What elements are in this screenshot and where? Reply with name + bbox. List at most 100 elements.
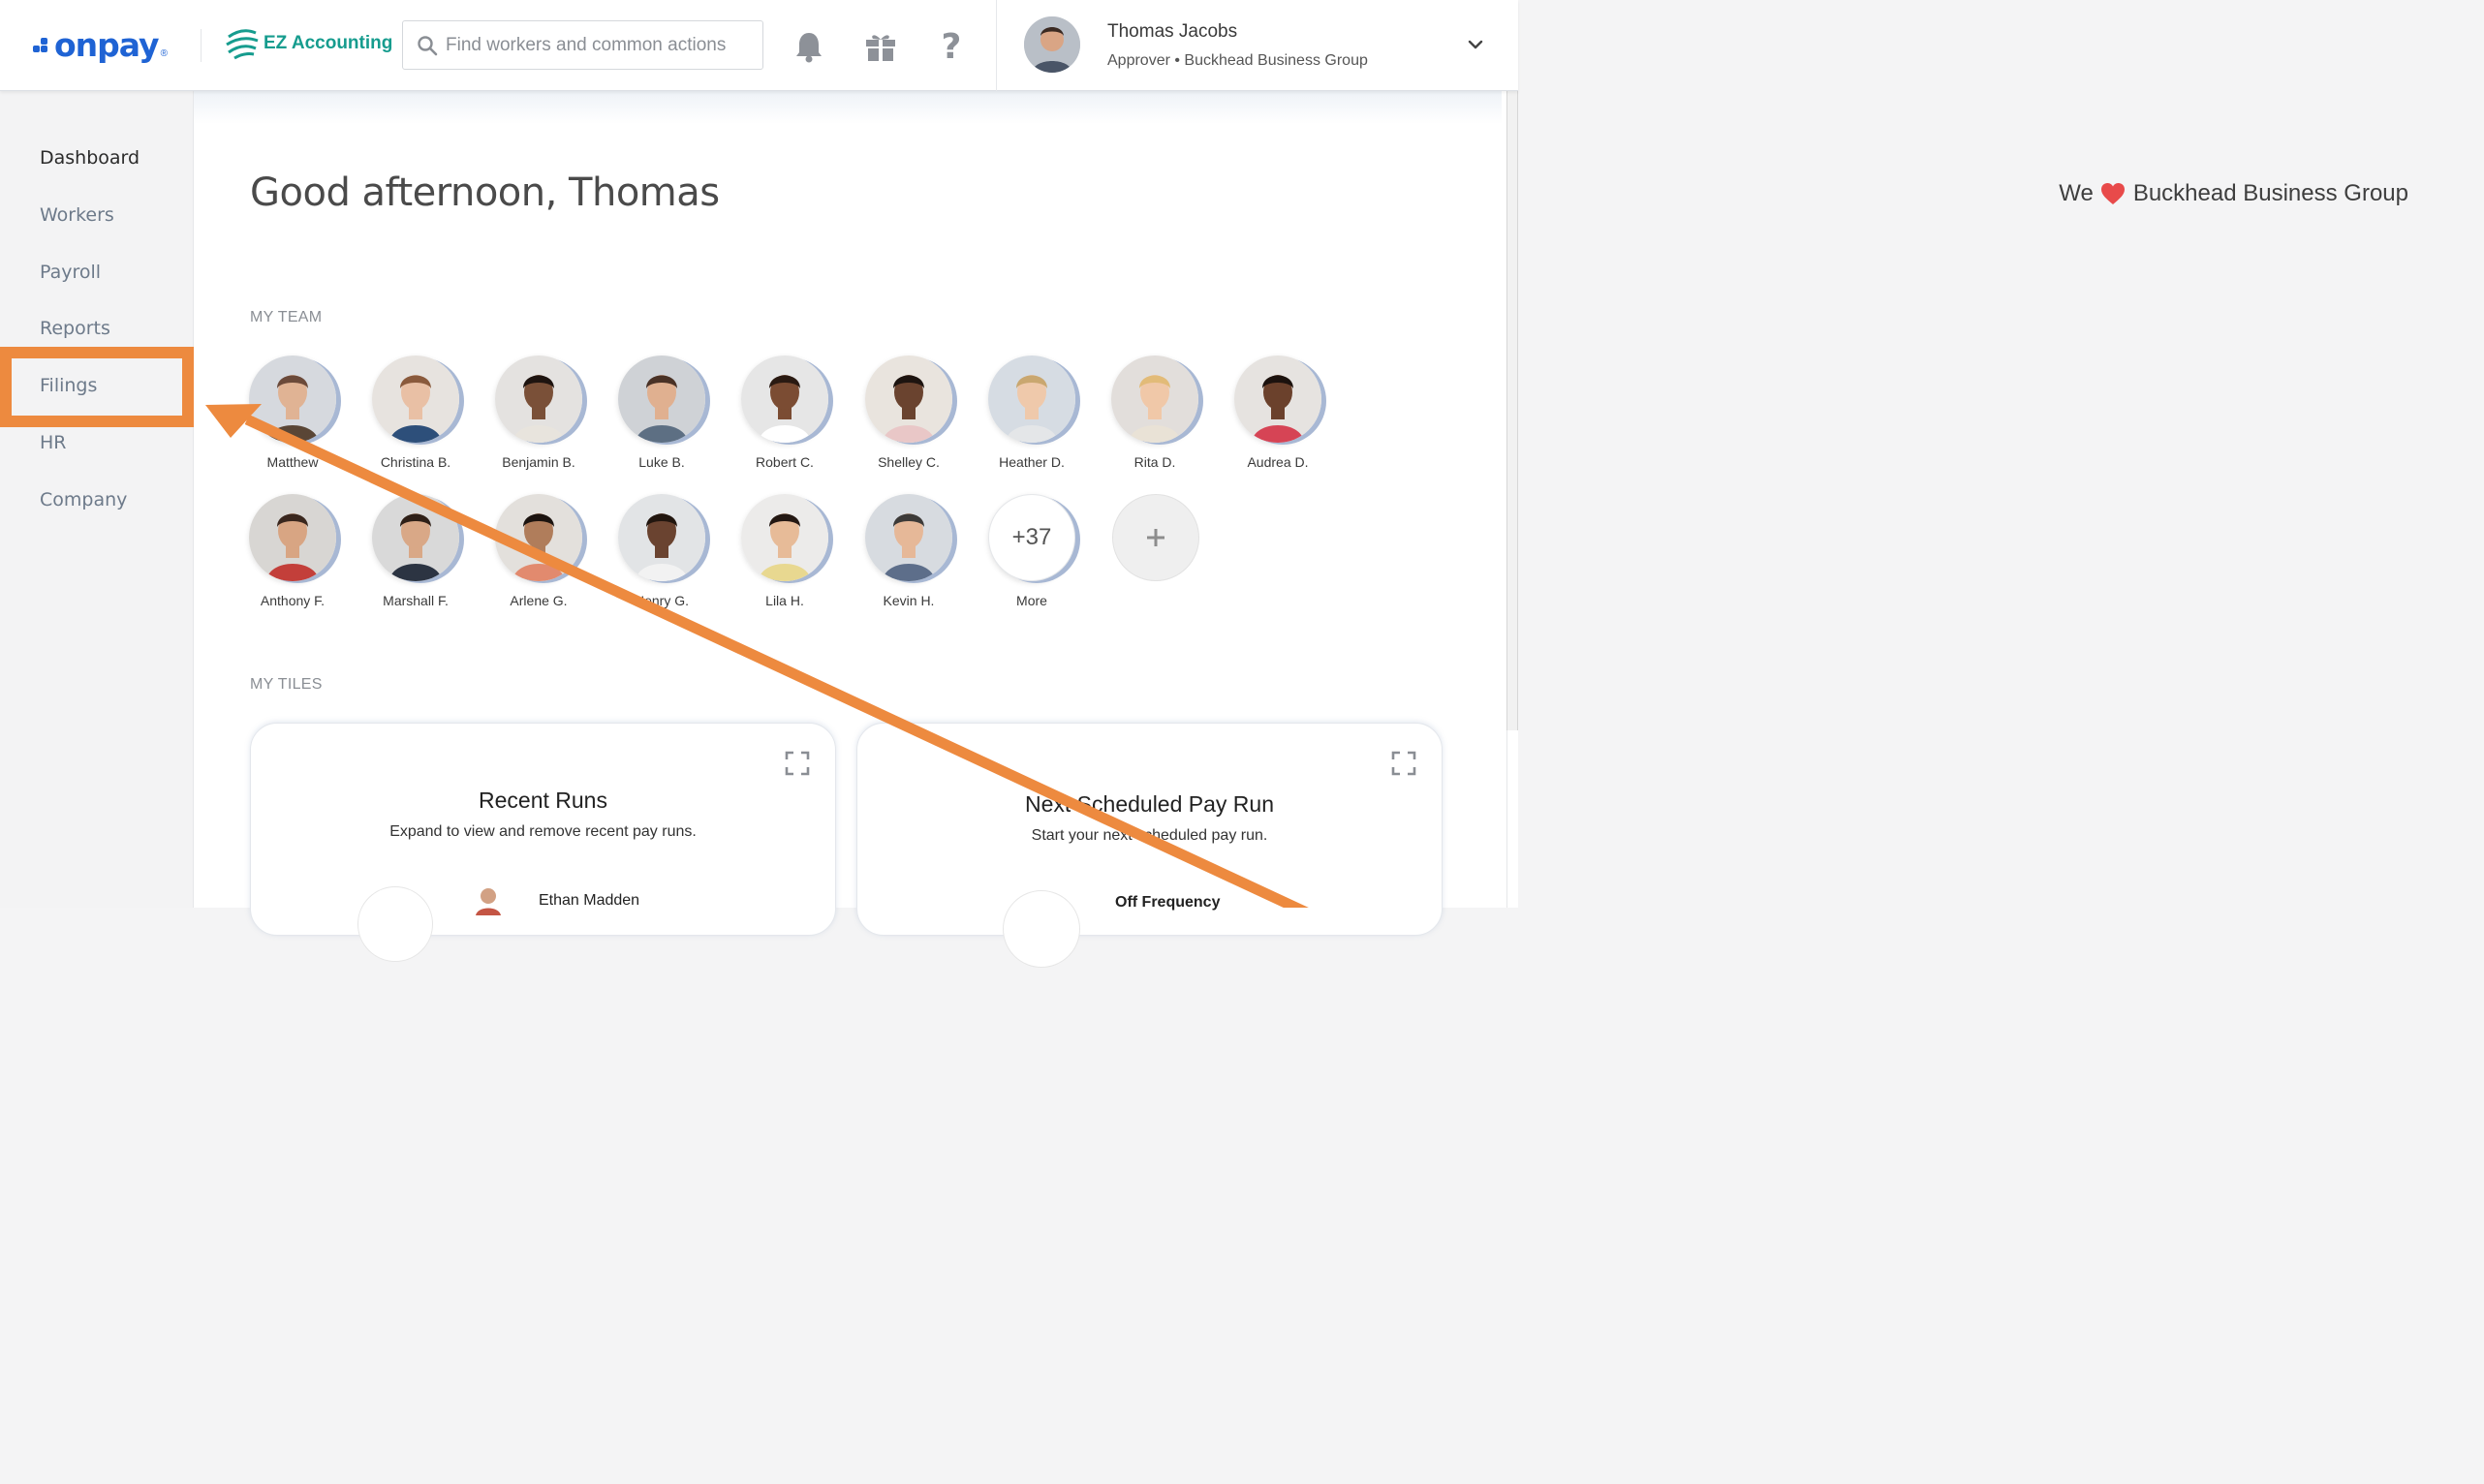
team-member[interactable]: Lila H. (731, 494, 838, 608)
team-member-name: Arlene G. (510, 593, 568, 608)
team-member-name: Shelley C. (878, 454, 940, 470)
team-member-avatar (1234, 356, 1321, 443)
tile-subtitle: Start your next scheduled pay run. (1031, 827, 1268, 844)
team-member-name: Christina B. (380, 454, 451, 470)
recent-runs-tile[interactable]: Recent Runs Expand to view and remove re… (250, 723, 836, 962)
more-team-button[interactable]: +37 More (978, 494, 1085, 608)
more-count-circle: +37 (988, 494, 1075, 581)
pay-run-frequency: Off Frequency (1115, 894, 1221, 911)
company-love-banner: We Buckhead Business Group (2059, 180, 2408, 207)
tile-title: Recent Runs (479, 788, 607, 813)
worker-avatar (476, 888, 501, 915)
team-member-name: Benjamin B. (502, 454, 575, 470)
sidebar-item-company[interactable]: Company (40, 489, 127, 510)
user-divider (996, 0, 997, 91)
team-member-name: Matthew (266, 454, 319, 470)
sidebar-item-filings[interactable]: Filings (40, 375, 97, 396)
greeting-heading: Good afternoon, Thomas (250, 170, 720, 215)
my-team-label: MY TEAM (250, 309, 323, 325)
expand-icon[interactable] (785, 751, 810, 776)
team-member[interactable]: Matthew (239, 356, 346, 470)
tile-title: Next Scheduled Pay Run (1025, 791, 1274, 817)
team-member-avatar (618, 356, 705, 443)
team-member-avatar (865, 494, 952, 581)
team-member[interactable]: Benjamin B. (485, 356, 592, 470)
team-member[interactable]: Rita D. (1102, 356, 1208, 470)
ez-accounting-badge[interactable]: EZ Accounting (225, 27, 392, 60)
more-label: More (1016, 593, 1047, 608)
ez-accounting-label: EZ Accounting (264, 33, 393, 53)
team-member[interactable]: Marshall F. (362, 494, 469, 608)
team-member-avatar (495, 356, 582, 443)
team-member-name: Marshall F. (383, 593, 449, 608)
user-name[interactable]: Thomas Jacobs (1107, 21, 1237, 43)
logo-dots-icon (33, 36, 52, 53)
plus-icon (1147, 529, 1164, 546)
sidebar-item-dashboard[interactable]: Dashboard (40, 147, 140, 169)
team-member-name: Henry G. (634, 593, 689, 608)
team-member-avatar (1111, 356, 1198, 443)
pay-run-status-circle (1003, 890, 1080, 968)
team-member-avatar (249, 494, 336, 581)
team-member[interactable]: Robert C. (731, 356, 838, 470)
team-member[interactable]: Shelley C. (855, 356, 962, 470)
gift-icon[interactable] (861, 27, 900, 66)
team-member[interactable]: Kevin H. (855, 494, 962, 608)
run-worker-name: Ethan Madden (539, 892, 640, 909)
team-member-avatar (741, 356, 828, 443)
team-member-avatar (495, 494, 582, 581)
run-status-circle (357, 886, 433, 962)
search-icon (418, 35, 438, 55)
logo-text: onpay (54, 25, 160, 64)
team-member-name: Anthony F. (260, 593, 326, 608)
team-member-avatar (988, 356, 1075, 443)
team-member-name: Rita D. (1133, 454, 1176, 470)
add-team-member-button[interactable] (1112, 494, 1199, 581)
ez-accounting-icon (226, 29, 259, 60)
team-member-avatar (741, 494, 828, 581)
sidebar-item-reports[interactable]: Reports (40, 318, 110, 339)
header-divider (201, 29, 202, 62)
team-member[interactable]: Heather D. (978, 356, 1085, 470)
team-member[interactable]: Arlene G. (485, 494, 592, 608)
team-member[interactable]: Anthony F. (239, 494, 346, 608)
help-icon[interactable]: ? (932, 27, 971, 67)
user-role: Approver • Buckhead Business Group (1107, 52, 1368, 69)
sidebar-item-payroll[interactable]: Payroll (40, 262, 101, 283)
heart-icon (2100, 183, 2125, 204)
we-love-prefix: We (2059, 180, 2094, 206)
team-member-name: Audrea D. (1247, 454, 1309, 470)
search-input[interactable] (446, 34, 756, 56)
sidebar: Dashboard Workers Payroll Reports Filing… (0, 91, 194, 908)
main-top-fade (194, 91, 1502, 124)
logo-registered-mark: ® (160, 47, 168, 59)
team-member[interactable]: Luke B. (608, 356, 715, 470)
sidebar-item-workers[interactable]: Workers (40, 204, 114, 226)
team-member[interactable]: Audrea D. (1225, 356, 1331, 470)
next-scheduled-pay-run-tile[interactable]: Next Scheduled Pay Run Start your next s… (856, 723, 1443, 968)
chevron-down-icon[interactable] (1463, 35, 1488, 56)
team-member-name: Kevin H. (883, 593, 935, 608)
bell-icon[interactable] (790, 27, 828, 66)
team-member-name: Lila H. (765, 593, 804, 608)
tile-subtitle: Expand to view and remove recent pay run… (389, 823, 697, 840)
team-member-avatar (865, 356, 952, 443)
team-member[interactable]: Henry G. (608, 494, 715, 608)
we-love-company: Buckhead Business Group (2132, 180, 2408, 206)
user-avatar[interactable] (1024, 16, 1080, 73)
team-member-name: Heather D. (999, 454, 1065, 470)
scrollbar-thumb[interactable] (1506, 91, 1518, 730)
team-member-avatar (372, 356, 459, 443)
onpay-logo[interactable]: onpay ® (33, 25, 168, 64)
sidebar-item-hr[interactable]: HR (40, 432, 67, 453)
search-box[interactable] (402, 20, 763, 70)
team-member-name: Robert C. (756, 454, 814, 470)
team-member-avatar (249, 356, 336, 443)
expand-icon[interactable] (1391, 751, 1416, 776)
top-bar: onpay ® EZ Accounting ? (0, 0, 1518, 91)
team-member-avatar (618, 494, 705, 581)
team-member-avatar (372, 494, 459, 581)
team-member-name: Luke B. (638, 454, 685, 470)
team-member[interactable]: Christina B. (362, 356, 469, 470)
my-tiles-label: MY TILES (250, 676, 323, 693)
